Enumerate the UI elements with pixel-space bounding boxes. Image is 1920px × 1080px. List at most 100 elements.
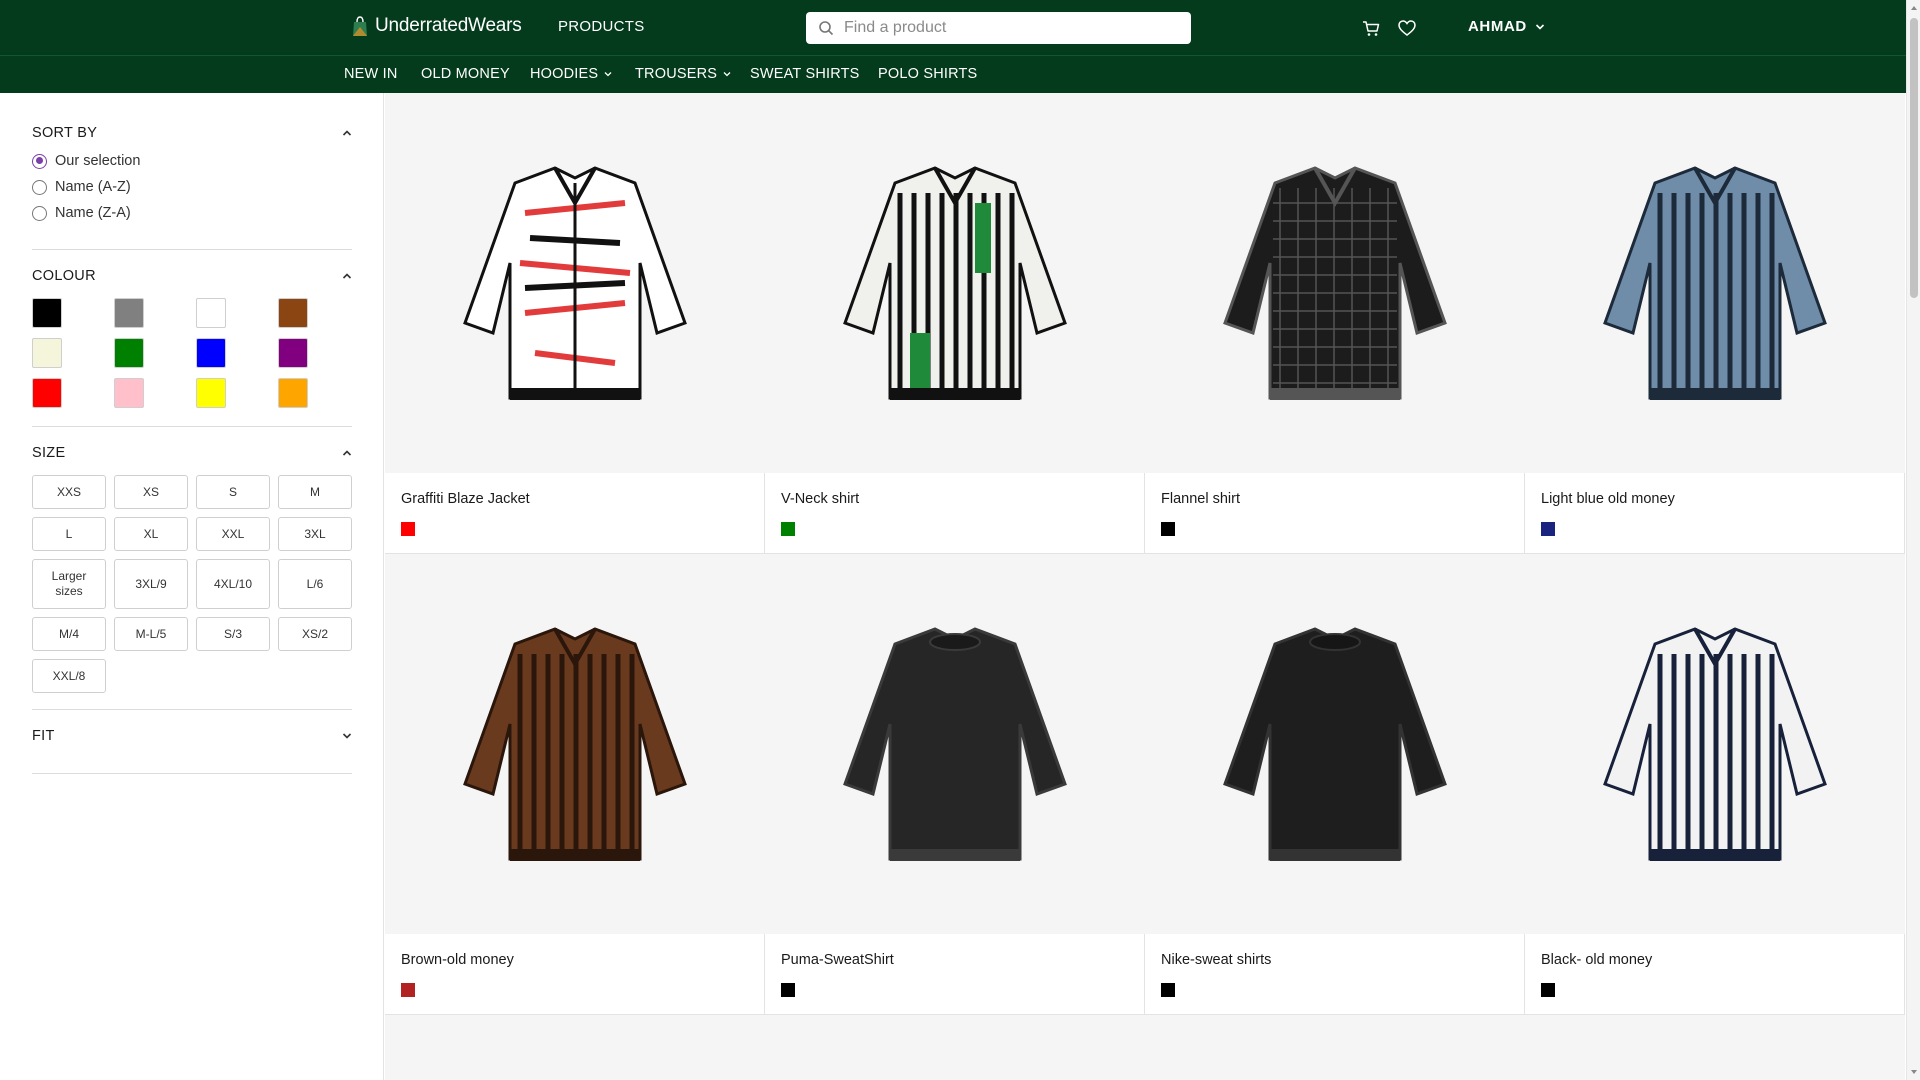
radio-button[interactable] xyxy=(32,179,47,195)
category-nav: NEW IN OLD MONEY HOODIES TROUSERS SWEAT … xyxy=(0,56,1906,93)
nav-new-in[interactable]: NEW IN xyxy=(344,66,398,82)
sweatshirt-icon xyxy=(1223,627,1447,861)
size-option[interactable]: L/6 xyxy=(278,559,352,609)
product-image[interactable] xyxy=(1145,1015,1525,1080)
chevron-up-icon xyxy=(342,130,352,136)
chevron-down-icon xyxy=(604,72,612,77)
colour-swatch[interactable] xyxy=(32,338,62,368)
product-name[interactable]: Flannel shirt xyxy=(1161,491,1240,507)
product-card[interactable]: Graffiti Blaze Jacket xyxy=(385,93,765,554)
product-image[interactable] xyxy=(1525,93,1905,473)
scroll-down-arrow-icon[interactable] xyxy=(1910,1068,1918,1076)
radio-button[interactable] xyxy=(32,205,47,221)
scroll-thumb[interactable] xyxy=(1910,18,1918,298)
colour-swatch[interactable] xyxy=(278,298,308,328)
products-menu[interactable]: PRODUCTS xyxy=(558,18,645,35)
product-card[interactable] xyxy=(385,1015,765,1080)
colour-swatch[interactable] xyxy=(114,338,144,368)
heart-icon[interactable] xyxy=(1397,18,1417,38)
product-card[interactable] xyxy=(1525,1015,1905,1080)
product-name[interactable]: Nike-sweat shirts xyxy=(1161,952,1271,968)
product-image[interactable] xyxy=(1525,554,1905,934)
product-name[interactable]: V-Neck shirt xyxy=(781,491,859,507)
nav-old-money[interactable]: OLD MONEY xyxy=(421,66,510,82)
sort-option-name-za[interactable]: Name (Z-A) xyxy=(32,205,352,221)
size-option[interactable]: XS xyxy=(114,475,188,509)
nav-hoodies[interactable]: HOODIES xyxy=(530,66,612,82)
size-header[interactable]: SIZE xyxy=(32,445,352,461)
nav-sweat-shirts[interactable]: SWEAT SHIRTS xyxy=(750,66,860,82)
size-option[interactable]: M xyxy=(278,475,352,509)
page-scrollbar[interactable] xyxy=(1906,0,1920,1080)
size-option[interactable]: XXL/8 xyxy=(32,659,106,693)
size-option[interactable]: M/4 xyxy=(32,617,106,651)
product-card[interactable]: V-Neck shirt xyxy=(765,93,1145,554)
size-option[interactable]: Larger sizes xyxy=(32,559,106,609)
product-card[interactable]: Black- old money xyxy=(1525,554,1905,1015)
size-option[interactable]: M-L/5 xyxy=(114,617,188,651)
colour-swatches xyxy=(32,298,352,408)
colour-swatch[interactable] xyxy=(196,338,226,368)
nav-trousers[interactable]: TROUSERS xyxy=(635,66,731,82)
product-card[interactable] xyxy=(765,1015,1145,1080)
size-option[interactable]: L xyxy=(32,517,106,551)
product-card[interactable] xyxy=(1145,1015,1525,1080)
size-option[interactable]: 3XL/9 xyxy=(114,559,188,609)
top-header: UnderratedWears PRODUCTS AHMAD xyxy=(0,0,1906,56)
search-icon xyxy=(819,21,834,36)
product-card[interactable]: Light blue old money xyxy=(1525,93,1905,554)
sort-option-our-selection[interactable]: Our selection xyxy=(32,153,352,169)
product-image[interactable] xyxy=(1145,93,1525,473)
sort-header[interactable]: SORT BY xyxy=(32,125,352,141)
product-name[interactable]: Puma-SweatShirt xyxy=(781,952,894,968)
cart-icon[interactable] xyxy=(1361,18,1381,38)
size-option[interactable]: S/3 xyxy=(196,617,270,651)
size-option[interactable]: 3XL xyxy=(278,517,352,551)
size-option[interactable]: XXS xyxy=(32,475,106,509)
colour-swatch[interactable] xyxy=(196,298,226,328)
colour-swatch[interactable] xyxy=(114,298,144,328)
colour-swatch[interactable] xyxy=(32,378,62,408)
product-name[interactable]: Brown-old money xyxy=(401,952,514,968)
user-menu[interactable]: AHMAD xyxy=(1468,18,1545,35)
colour-swatch[interactable] xyxy=(114,378,144,408)
colour-swatch[interactable] xyxy=(278,338,308,368)
search-input[interactable] xyxy=(844,19,1174,37)
colour-swatch[interactable] xyxy=(196,378,226,408)
colour-swatch[interactable] xyxy=(278,378,308,408)
product-image[interactable] xyxy=(765,1015,1145,1080)
hoodie-icon xyxy=(463,166,687,400)
size-option[interactable]: XL xyxy=(114,517,188,551)
filter-sidebar: SORT BY Our selection Name (A-Z) Name (Z… xyxy=(0,93,384,1080)
product-image[interactable] xyxy=(385,1015,765,1080)
product-name[interactable]: Black- old money xyxy=(1541,952,1652,968)
brand-logo[interactable]: UnderratedWears xyxy=(351,15,522,37)
product-image[interactable] xyxy=(765,554,1145,934)
product-image[interactable] xyxy=(1525,1015,1905,1080)
product-image[interactable] xyxy=(385,93,765,473)
radio-button[interactable] xyxy=(32,153,47,169)
product-card[interactable]: Nike-sweat shirts xyxy=(1145,554,1525,1015)
product-colour-swatch xyxy=(401,522,415,536)
colour-swatch[interactable] xyxy=(32,298,62,328)
option-label: Name (Z-A) xyxy=(55,205,131,221)
product-card[interactable]: Puma-SweatShirt xyxy=(765,554,1145,1015)
size-option[interactable]: XXL xyxy=(196,517,270,551)
product-card[interactable]: Brown-old money xyxy=(385,554,765,1015)
product-name[interactable]: Graffiti Blaze Jacket xyxy=(401,491,530,507)
product-image[interactable] xyxy=(385,554,765,934)
size-option[interactable]: 4XL/10 xyxy=(196,559,270,609)
product-name[interactable]: Light blue old money xyxy=(1541,491,1675,507)
scroll-up-arrow-icon[interactable] xyxy=(1910,4,1918,12)
sort-option-name-az[interactable]: Name (A-Z) xyxy=(32,179,352,195)
colour-header[interactable]: COLOUR xyxy=(32,268,352,284)
size-option[interactable]: XS/2 xyxy=(278,617,352,651)
chevron-up-icon xyxy=(342,273,352,279)
product-image[interactable] xyxy=(765,93,1145,473)
size-option[interactable]: S xyxy=(196,475,270,509)
product-card[interactable]: Flannel shirt xyxy=(1145,93,1525,554)
shirt-icon xyxy=(843,166,1067,400)
fit-header[interactable]: FIT xyxy=(32,728,352,744)
nav-polo-shirts[interactable]: POLO SHIRTS xyxy=(878,66,977,82)
product-image[interactable] xyxy=(1145,554,1525,934)
